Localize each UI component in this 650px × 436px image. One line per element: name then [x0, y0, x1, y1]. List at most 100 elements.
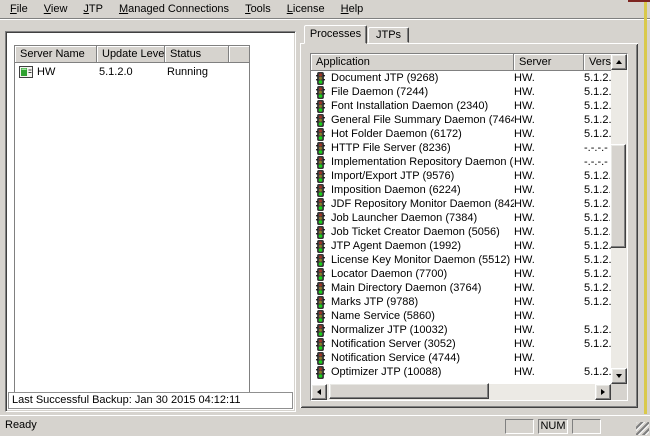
status-cell-empty-1: [505, 419, 534, 434]
column-header-version[interactable]: Version: [584, 54, 611, 71]
traffic-light-icon: [315, 86, 326, 99]
process-row[interactable]: Main Directory Daemon (3764) HW. 5.1.2.: [311, 281, 611, 295]
process-server: HW.: [514, 156, 584, 168]
process-version: 5.1.2.: [584, 86, 611, 98]
status-text: Ready: [5, 419, 37, 431]
server-panel: Server Name Update Level Status HW 5.1: [5, 31, 296, 412]
server-list: Server Name Update Level Status HW 5.1: [14, 45, 250, 393]
status-cell-num: NUM: [538, 419, 568, 434]
process-name: General File Summary Daemon (7464): [331, 114, 514, 126]
resize-grip-icon[interactable]: [636, 422, 649, 435]
server-name: HW: [37, 66, 55, 78]
process-name: Normalizer JTP (10032): [331, 324, 448, 336]
process-server: HW.: [514, 128, 584, 140]
process-version: -.-.-.-: [584, 142, 611, 154]
menu-item[interactable]: View: [36, 1, 76, 17]
column-header-server[interactable]: Server: [514, 54, 584, 71]
process-row[interactable]: Notification Service (4744) HW.: [311, 351, 611, 365]
background-window-sliver: [628, 0, 650, 2]
process-row[interactable]: Marks JTP (9788) HW. 5.1.2.: [311, 295, 611, 309]
horizontal-scrollbar[interactable]: [311, 384, 611, 400]
process-row[interactable]: Job Launcher Daemon (7384) HW. 5.1.2.: [311, 211, 611, 225]
process-list-header: Application Server Version: [311, 54, 611, 71]
process-row[interactable]: JTP Agent Daemon (1992) HW. 5.1.2.: [311, 239, 611, 253]
status-cell-empty-2: [572, 419, 601, 434]
tab-jtps[interactable]: JTPs: [368, 27, 409, 43]
column-header-update-level[interactable]: Update Level: [97, 46, 165, 63]
process-server: HW.: [514, 170, 584, 182]
process-name: License Key Monitor Daemon (5512): [331, 254, 510, 266]
horizontal-scroll-track[interactable]: [327, 384, 595, 400]
process-name: JTP Agent Daemon (1992): [331, 240, 461, 252]
scroll-up-button[interactable]: [611, 54, 627, 70]
process-version: 5.1.2.: [584, 338, 611, 350]
traffic-light-icon: [315, 212, 326, 225]
process-name: Import/Export JTP (9576): [331, 170, 454, 182]
process-row[interactable]: File Daemon (7244) HW. 5.1.2.: [311, 85, 611, 99]
process-name: File Daemon (7244): [331, 86, 428, 98]
process-server: HW.: [514, 86, 584, 98]
process-name: Optimizer JTP (10088): [331, 366, 441, 378]
process-row[interactable]: Document JTP (9268) HW. 5.1.2.: [311, 71, 611, 85]
vertical-scrollbar[interactable]: [611, 54, 627, 384]
menu-item[interactable]: Managed Connections: [111, 1, 237, 17]
process-row[interactable]: Locator Daemon (7700) HW. 5.1.2.: [311, 267, 611, 281]
process-row[interactable]: License Key Monitor Daemon (5512) HW. 5.…: [311, 253, 611, 267]
server-list-header: Server Name Update Level Status: [15, 46, 249, 63]
column-header-status[interactable]: Status: [165, 46, 229, 63]
process-version: -.-.-.-: [584, 156, 611, 168]
process-row[interactable]: Imposition Daemon (6224) HW. 5.1.2.: [311, 183, 611, 197]
vertical-scroll-thumb[interactable]: [610, 144, 626, 248]
process-row[interactable]: Hot Folder Daemon (6172) HW. 5.1.2.: [311, 127, 611, 141]
traffic-light-icon: [315, 170, 326, 183]
column-header-application[interactable]: Application: [311, 54, 514, 71]
menu-item[interactable]: Tools: [237, 1, 279, 17]
tab-processes[interactable]: Processes: [304, 25, 367, 44]
traffic-light-icon: [315, 100, 326, 113]
process-name: Implementation Repository Daemon (5848): [331, 156, 514, 168]
process-version: 5.1.2.: [584, 296, 611, 308]
status-bar: Ready NUM: [0, 415, 650, 436]
traffic-light-icon: [315, 184, 326, 197]
process-row[interactable]: Job Ticket Creator Daemon (5056) HW. 5.1…: [311, 225, 611, 239]
process-rows: Document JTP (9268) HW. 5.1.2.: [311, 71, 611, 379]
scroll-down-button[interactable]: [611, 368, 627, 384]
process-row[interactable]: Name Service (5860) HW.: [311, 309, 611, 323]
process-list-main: Application Server Version: [311, 54, 611, 384]
menu-item[interactable]: File: [2, 1, 36, 17]
process-row[interactable]: Font Installation Daemon (2340) HW. 5.1.…: [311, 99, 611, 113]
process-row[interactable]: Notification Server (3052) HW. 5.1.2.: [311, 337, 611, 351]
process-server: HW.: [514, 198, 584, 210]
process-row[interactable]: General File Summary Daemon (7464) HW. 5…: [311, 113, 611, 127]
horizontal-scroll-thumb[interactable]: [329, 383, 489, 399]
process-row[interactable]: Normalizer JTP (10032) HW. 5.1.2.: [311, 323, 611, 337]
process-version: 5.1.2.: [584, 366, 611, 378]
background-window-edge: [644, 0, 647, 414]
scrollbar-corner: [611, 384, 627, 400]
vertical-scroll-track[interactable]: [611, 70, 627, 368]
process-row[interactable]: Implementation Repository Daemon (5848) …: [311, 155, 611, 169]
process-row[interactable]: JDF Repository Monitor Daemon (8424) HW.…: [311, 197, 611, 211]
menu-item[interactable]: License: [279, 1, 333, 17]
up-arrow-icon: [616, 60, 622, 64]
traffic-light-icon: [315, 296, 326, 309]
menu-item[interactable]: Help: [333, 1, 372, 17]
process-server: HW.: [514, 100, 584, 112]
process-server: HW.: [514, 282, 584, 294]
menu-bar: File View JTP Managed Connections Tools …: [0, 0, 650, 19]
process-server: HW.: [514, 352, 584, 364]
server-row[interactable]: HW 5.1.2.0 Running: [15, 63, 249, 80]
process-row[interactable]: Optimizer JTP (10088) HW. 5.1.2.: [311, 365, 611, 379]
scroll-right-button[interactable]: [595, 384, 611, 400]
column-header-server-name[interactable]: Server Name: [15, 46, 97, 63]
menu-item[interactable]: JTP: [75, 1, 111, 17]
traffic-light-icon: [315, 226, 326, 239]
traffic-light-icon: [315, 352, 326, 365]
traffic-light-icon: [315, 268, 326, 281]
process-row[interactable]: HTTP File Server (8236) HW. -.-.-.-: [311, 141, 611, 155]
process-row[interactable]: Import/Export JTP (9576) HW. 5.1.2.: [311, 169, 611, 183]
process-name: Notification Server (3052): [331, 338, 456, 350]
scroll-left-button[interactable]: [311, 384, 327, 400]
process-server: HW.: [514, 72, 584, 84]
process-name: Main Directory Daemon (3764): [331, 282, 481, 294]
